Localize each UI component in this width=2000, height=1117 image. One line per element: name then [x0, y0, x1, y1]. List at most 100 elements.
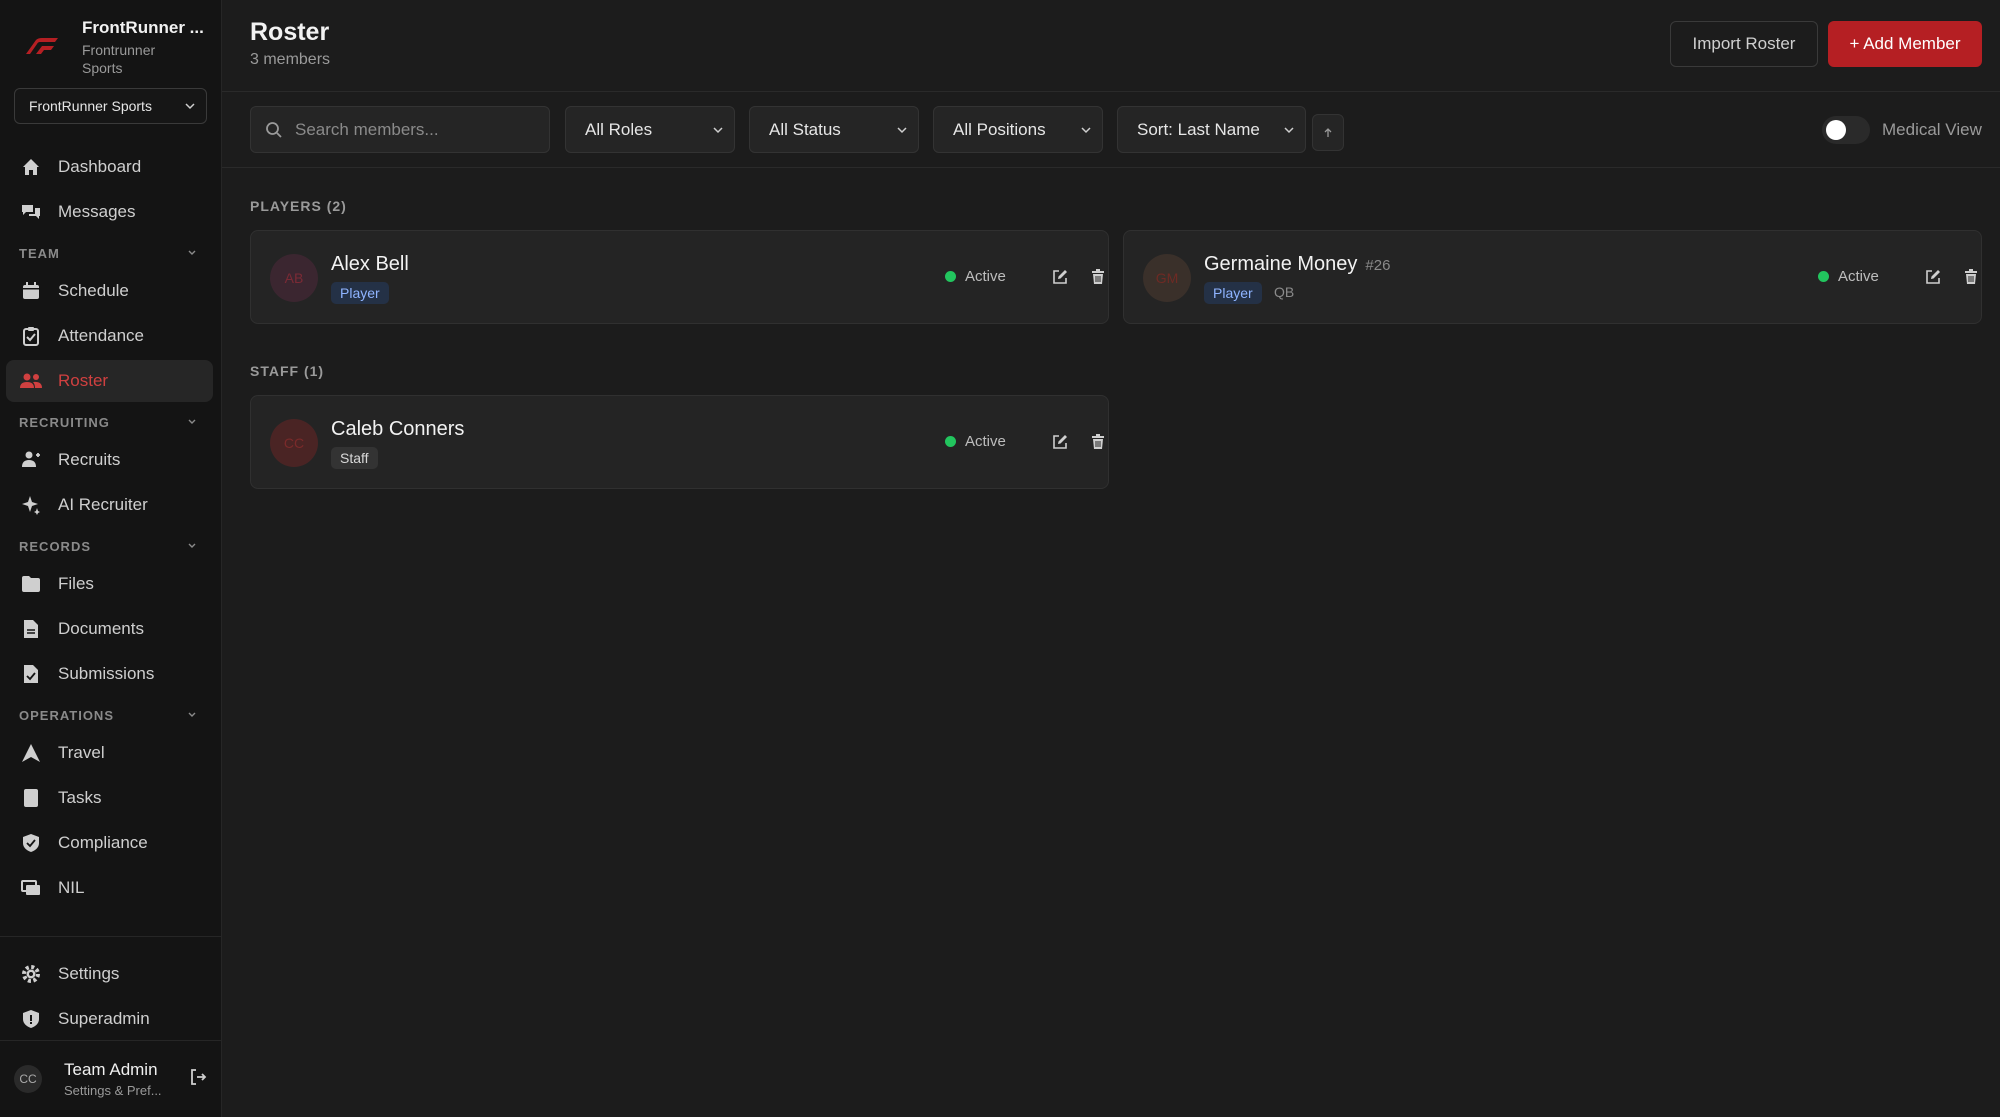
edit-member-button[interactable]: [1049, 431, 1071, 453]
brand-subtitle: Frontrunner Sports: [82, 42, 156, 76]
org-select-value: FrontRunner Sports: [29, 98, 152, 114]
avatar: CC: [270, 419, 318, 467]
org-select[interactable]: FrontRunner Sports: [14, 88, 207, 124]
status-dot: [1818, 271, 1829, 282]
sidebar-item-nil[interactable]: NIL: [6, 867, 213, 909]
member-name-text: Germaine Money: [1204, 253, 1358, 275]
section-head-team[interactable]: TEAM: [0, 236, 221, 270]
delete-member-button[interactable]: [1087, 266, 1109, 288]
section-label: RECORDS: [19, 538, 92, 554]
toggle-knob: [1826, 120, 1846, 140]
medical-view-toggle[interactable]: [1822, 116, 1870, 144]
section-label: RECRUITING: [19, 414, 110, 430]
user-plus-icon: [20, 449, 42, 471]
section-label: OPERATIONS: [19, 707, 114, 723]
sort-direction-button[interactable]: [1312, 114, 1344, 151]
home-icon: [20, 156, 42, 178]
sort-value: Sort: Last Name: [1137, 119, 1260, 139]
sidebar-item-messages[interactable]: Messages: [6, 191, 213, 233]
section-head-recruiting[interactable]: RECRUITING: [0, 405, 221, 439]
page-title: Roster: [250, 18, 330, 46]
trash-icon: [1092, 434, 1104, 449]
avatar: GM: [1143, 254, 1191, 302]
sidebar-item-schedule[interactable]: Schedule: [6, 270, 213, 312]
sidebar-item-label: Documents: [58, 619, 144, 638]
filter-toolbar: All Roles All Status All Positions Sort:…: [222, 92, 2000, 168]
member-count: 3 members: [250, 51, 331, 68]
file-check-icon: [20, 663, 42, 685]
page-header: Roster 3 members Import Roster + Add Mem…: [222, 0, 2000, 92]
role-badge: Staff: [331, 447, 378, 469]
edit-member-button[interactable]: [1049, 266, 1071, 288]
section-head-operations[interactable]: OPERATIONS: [0, 698, 221, 732]
member-card-alex-bell[interactable]: AB Alex Bell Player Active: [250, 230, 1109, 324]
sparkle-icon: [20, 494, 42, 516]
shield-check-icon: [20, 832, 42, 854]
sidebar-item-label: AI Recruiter: [58, 495, 148, 514]
import-roster-button[interactable]: Import Roster: [1670, 21, 1818, 67]
sort-select[interactable]: Sort: Last Name: [1117, 106, 1306, 153]
positions-filter-select[interactable]: All Positions: [933, 106, 1103, 153]
sidebar-item-label: Submissions: [58, 664, 155, 683]
user-profile[interactable]: CC Team Admin Settings & Pref...: [0, 1040, 221, 1117]
sidebar-item-label: Roster: [58, 371, 109, 390]
sidebar-item-submissions[interactable]: Submissions: [6, 653, 213, 695]
arrow-up-icon: [1324, 127, 1332, 137]
member-card-caleb-conners[interactable]: CC Caleb Conners Staff Active: [250, 395, 1109, 489]
sidebar-nav: Dashboard Messages TEAM Schedule Attenda…: [0, 146, 221, 912]
member-name: Alex Bell: [331, 253, 409, 275]
sidebar-item-label: Tasks: [58, 788, 102, 807]
sidebar-item-recruits[interactable]: Recruits: [6, 439, 213, 481]
sidebar-item-label: Schedule: [58, 281, 129, 300]
brand: FrontRunner ... Frontrunner Sports: [0, 0, 221, 80]
users-icon: [20, 370, 42, 392]
sidebar-item-files[interactable]: Files: [6, 563, 213, 605]
user-subtitle: Settings & Pref...: [64, 1083, 162, 1098]
medical-view-label: Medical View: [1882, 120, 1982, 139]
sidebar-item-label: Compliance: [58, 833, 148, 852]
sidebar-item-documents[interactable]: Documents: [6, 608, 213, 650]
chevron-down-icon: [1081, 126, 1091, 133]
search-input[interactable]: [295, 119, 535, 140]
sidebar-item-settings[interactable]: Settings: [6, 953, 213, 995]
sidebar-item-roster[interactable]: Roster: [6, 360, 213, 402]
section-head-records[interactable]: RECORDS: [0, 529, 221, 563]
edit-icon: [1053, 270, 1067, 284]
roles-filter-select[interactable]: All Roles: [565, 106, 735, 153]
sidebar-item-dashboard[interactable]: Dashboard: [6, 146, 213, 188]
sidebar-item-label: Attendance: [58, 326, 145, 345]
edit-icon: [1926, 270, 1940, 284]
add-member-button[interactable]: + Add Member: [1828, 21, 1982, 67]
sidebar-item-label: Superadmin: [58, 1009, 150, 1028]
sidebar-item-tasks[interactable]: Tasks: [6, 777, 213, 819]
sidebar-item-label: Settings: [58, 964, 120, 983]
avatar: CC: [14, 1065, 42, 1093]
section-label: TEAM: [19, 245, 60, 261]
sidebar-item-label: Files: [58, 574, 94, 593]
sidebar-item-travel[interactable]: Travel: [6, 732, 213, 774]
calendar-icon: [20, 280, 42, 302]
position-label: QB: [1274, 284, 1295, 300]
role-badge: Player: [331, 282, 389, 304]
sidebar-item-attendance[interactable]: Attendance: [6, 315, 213, 357]
status-filter-select[interactable]: All Status: [749, 106, 919, 153]
brand-logo-icon: [22, 26, 62, 66]
sidebar-item-compliance[interactable]: Compliance: [6, 822, 213, 864]
member-card-germaine-money[interactable]: GM Germaine Money #26 Player QB Active: [1123, 230, 1982, 324]
logout-icon[interactable]: [189, 1068, 207, 1091]
status-text: Active: [965, 433, 1006, 450]
navigation-icon: [20, 742, 42, 764]
edit-icon: [1053, 435, 1067, 449]
chevron-down-icon: [185, 103, 195, 110]
delete-member-button[interactable]: [1960, 266, 1982, 288]
chevron-down-icon: [188, 712, 196, 717]
status-badge: Active: [945, 268, 1006, 285]
status-text: Active: [965, 268, 1006, 285]
chevron-down-icon: [1284, 126, 1294, 133]
status-dot: [945, 436, 956, 447]
sidebar-item-ai-recruiter[interactable]: AI Recruiter: [6, 484, 213, 526]
delete-member-button[interactable]: [1087, 431, 1109, 453]
sidebar-item-superadmin[interactable]: Superadmin: [6, 998, 213, 1040]
edit-member-button[interactable]: [1922, 266, 1944, 288]
brand-name: FrontRunner ...: [82, 18, 204, 37]
